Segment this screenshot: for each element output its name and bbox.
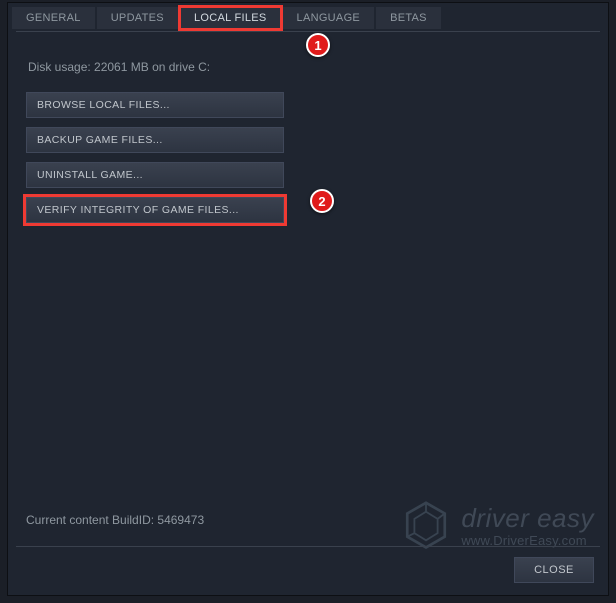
verify-integrity-button[interactable]: VERIFY INTEGRITY OF GAME FILES... [26,197,284,223]
tab-language[interactable]: LANGUAGE [283,7,375,29]
footer-divider [16,546,600,547]
annotation-callout-2: 2 [310,189,334,213]
tab-bar: GENERAL UPDATES LOCAL FILES LANGUAGE BET… [8,3,608,29]
close-button[interactable]: CLOSE [514,557,594,583]
tab-betas[interactable]: BETAS [376,7,441,29]
properties-window: GENERAL UPDATES LOCAL FILES LANGUAGE BET… [7,2,609,596]
backup-game-files-button[interactable]: BACKUP GAME FILES... [26,127,284,153]
browse-local-files-button[interactable]: BROWSE LOCAL FILES... [26,92,284,118]
tab-local-files[interactable]: LOCAL FILES [180,7,281,29]
uninstall-game-button[interactable]: UNINSTALL GAME... [26,162,284,188]
build-id-text: Current content BuildID: 5469473 [26,513,204,527]
tab-general[interactable]: GENERAL [12,7,95,29]
watermark-text: driver easy www.DriverEasy.com [461,505,594,548]
local-files-panel: Disk usage: 22061 MB on drive C: BROWSE … [8,32,608,250]
disk-usage-text: Disk usage: 22061 MB on drive C: [26,60,590,74]
drivereasy-logo-icon [401,501,451,551]
watermark: driver easy www.DriverEasy.com [401,501,594,551]
tab-updates[interactable]: UPDATES [97,7,178,29]
watermark-title: driver easy [461,505,594,531]
